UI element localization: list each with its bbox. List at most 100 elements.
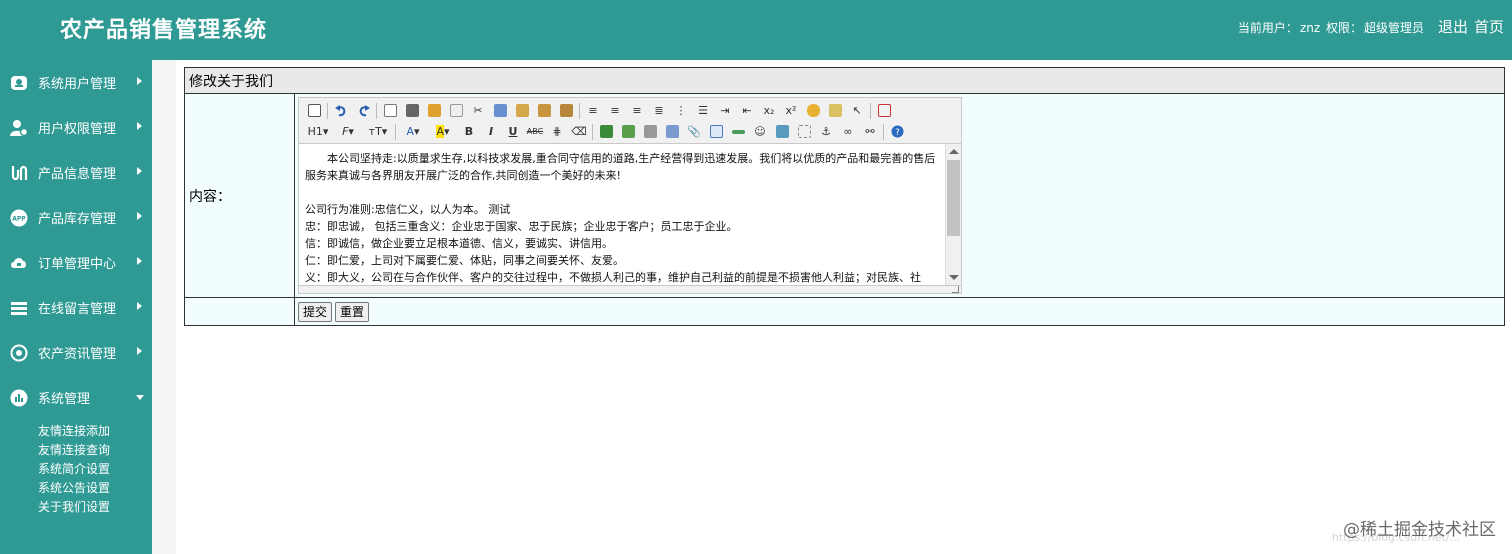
editor-content-area[interactable]: 本公司坚持走:以质量求生存,以科技求发展,重合同守信用的道路,生产经营得到迅速发…: [299, 144, 961, 285]
editor-paragraph: 义：即大义，公司在与合作伙伴、客户的交往过程中，不做损人利己的事，维护自己利益的…: [305, 271, 921, 284]
paste-text-icon[interactable]: [533, 101, 555, 120]
editor-cell: ✂ ≡ ≡ ≡ ≣ ⋮ ☰ ⇥ ⇤ x₂ x² ↖ H1 ▾ F ▾ тT▾ A…: [294, 93, 1505, 298]
heading-dropdown[interactable]: H1 ▾: [303, 122, 333, 141]
cut-icon[interactable]: ✂: [467, 101, 489, 120]
editor-toolbar: ✂ ≡ ≡ ≡ ≣ ⋮ ☰ ⇥ ⇤ x₂ x² ↖ H1 ▾ F ▾ тT▾ A…: [299, 98, 961, 144]
sidebar-item-label: 用户权限管理: [38, 122, 117, 137]
code-icon[interactable]: [445, 101, 467, 120]
system-submenu: 友情连接添加 友情连接查询 系统简介设置 系统公告设置 关于我们设置: [0, 422, 152, 517]
help-icon[interactable]: ?: [886, 122, 908, 141]
font-family-icon[interactable]: F ▾: [333, 122, 363, 141]
submenu-system-notice[interactable]: 系统公告设置: [38, 479, 152, 498]
unlink-icon[interactable]: ⚯: [859, 122, 881, 141]
source-icon[interactable]: [303, 101, 325, 120]
product-icon: [10, 164, 28, 182]
sidebar-item-system-users[interactable]: 系统用户管理: [0, 60, 152, 105]
align-justify-icon[interactable]: ≣: [648, 101, 670, 120]
form-title: 修改关于我们: [184, 67, 1505, 94]
resize-grip-icon[interactable]: [952, 286, 959, 293]
underline-icon[interactable]: U: [502, 122, 524, 141]
eraser-icon[interactable]: ⌫: [568, 122, 590, 141]
sidebar-item-system[interactable]: 系统管理: [0, 375, 152, 420]
map-icon[interactable]: [771, 122, 793, 141]
border-icon[interactable]: ⋕: [546, 122, 568, 141]
reset-button[interactable]: 重置: [335, 301, 370, 322]
cloud-icon: [10, 254, 28, 272]
quick-format-icon[interactable]: [824, 101, 846, 120]
settings-icon: [10, 344, 28, 362]
sidebar-item-label: 产品信息管理: [38, 167, 117, 182]
sidebar: 系统用户管理 用户权限管理 产品信息管理 APP 产品库存管理 订单管理中心 在…: [0, 60, 152, 554]
permission-label: 权限：: [1325, 21, 1362, 35]
attachment-icon[interactable]: 📎: [683, 122, 705, 141]
undo-icon[interactable]: [330, 101, 352, 120]
font-color-icon[interactable]: A ▾: [398, 122, 428, 141]
align-right-icon[interactable]: ≡: [626, 101, 648, 120]
submenu-about-us[interactable]: 关于我们设置: [38, 498, 152, 517]
sidebar-item-news[interactable]: 农产资讯管理: [0, 330, 152, 375]
strikethrough-icon[interactable]: ABC: [524, 122, 546, 141]
print-icon[interactable]: [401, 101, 423, 120]
flash-icon[interactable]: [639, 122, 661, 141]
ordered-list-icon[interactable]: ⋮: [670, 101, 692, 120]
home-link[interactable]: 首页: [1474, 18, 1504, 36]
chevron-right-icon: [137, 212, 142, 220]
editor-scrollbar[interactable]: [945, 144, 961, 285]
current-user-label: 当前用户：: [1237, 21, 1298, 35]
paste-word-icon[interactable]: [555, 101, 577, 120]
preview-icon[interactable]: [379, 101, 401, 120]
emoticon-icon[interactable]: ☺: [749, 122, 771, 141]
rich-text-editor: ✂ ≡ ≡ ≡ ≣ ⋮ ☰ ⇥ ⇤ x₂ x² ↖ H1 ▾ F ▾ тT▾ A…: [298, 97, 962, 294]
content-label: 内容：: [184, 93, 295, 298]
scroll-up-icon[interactable]: [949, 149, 959, 154]
sidebar-gutter: [152, 60, 176, 554]
pagebreak-icon[interactable]: [793, 122, 815, 141]
link-icon[interactable]: ∞: [837, 122, 859, 141]
submit-button[interactable]: 提交: [298, 301, 333, 322]
align-center-icon[interactable]: ≡: [604, 101, 626, 120]
submenu-link-add[interactable]: 友情连接添加: [38, 422, 152, 441]
chevron-right-icon: [137, 347, 142, 355]
empty-label-cell: [184, 297, 295, 326]
superscript-icon[interactable]: x²: [780, 101, 802, 120]
clear-format-icon[interactable]: [802, 101, 824, 120]
align-left-icon[interactable]: ≡: [582, 101, 604, 120]
anchor-icon[interactable]: ⚓: [815, 122, 837, 141]
subscript-icon[interactable]: x₂: [758, 101, 780, 120]
sidebar-item-label: 农产资讯管理: [38, 347, 117, 362]
outdent-icon[interactable]: ⇤: [736, 101, 758, 120]
highlight-icon[interactable]: A ▾: [428, 122, 458, 141]
heading-label: H1: [307, 125, 323, 138]
hr-icon[interactable]: [727, 122, 749, 141]
unordered-list-icon[interactable]: ☰: [692, 101, 714, 120]
submenu-link-query[interactable]: 友情连接查询: [38, 441, 152, 460]
chevron-down-icon: [136, 395, 144, 400]
insert-image-icon[interactable]: [595, 122, 617, 141]
editor-paragraph: 公司行为准则:忠信仁义，以人为本。 测试: [305, 203, 511, 216]
bold-icon[interactable]: B: [458, 122, 480, 141]
fullscreen-icon[interactable]: [873, 101, 895, 120]
indent-icon[interactable]: ⇥: [714, 101, 736, 120]
chevron-right-icon: [137, 122, 142, 130]
select-all-icon[interactable]: ↖: [846, 101, 868, 120]
sidebar-item-messages[interactable]: 在线留言管理: [0, 285, 152, 330]
sidebar-item-product-info[interactable]: 产品信息管理: [0, 150, 152, 195]
sidebar-item-user-permissions[interactable]: 用户权限管理: [0, 105, 152, 150]
user-gear-icon: [10, 119, 28, 137]
logout-link[interactable]: 退出: [1438, 18, 1468, 36]
font-size-icon[interactable]: тT▾: [363, 122, 393, 141]
user-info: 当前用户： znz 权限： 超级管理员: [1236, 19, 1424, 36]
submenu-system-intro[interactable]: 系统简介设置: [38, 460, 152, 479]
table-icon[interactable]: [705, 122, 727, 141]
scroll-down-icon[interactable]: [949, 275, 959, 280]
sidebar-item-orders[interactable]: 订单管理中心: [0, 240, 152, 285]
scroll-thumb[interactable]: [947, 160, 960, 236]
media-icon[interactable]: [661, 122, 683, 141]
insert-multi-image-icon[interactable]: [617, 122, 639, 141]
template-icon[interactable]: [423, 101, 445, 120]
redo-icon[interactable]: [352, 101, 374, 120]
paste-icon[interactable]: [511, 101, 533, 120]
italic-icon[interactable]: I: [480, 122, 502, 141]
sidebar-item-product-stock[interactable]: APP 产品库存管理: [0, 195, 152, 240]
copy-icon[interactable]: [489, 101, 511, 120]
